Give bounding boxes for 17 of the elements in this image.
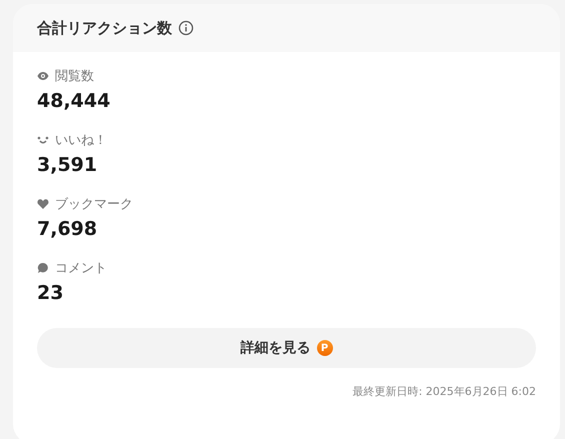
comment-icon bbox=[37, 262, 49, 274]
eye-icon bbox=[37, 70, 49, 82]
metric-label: ブックマーク bbox=[55, 196, 133, 213]
info-icon[interactable] bbox=[178, 20, 194, 36]
metric-label: コメント bbox=[55, 260, 107, 277]
smile-icon bbox=[37, 134, 49, 146]
last-updated-text: 最終更新日時: 2025年6月26日 6:02 bbox=[352, 384, 536, 399]
metric-label: いいね！ bbox=[55, 132, 107, 149]
metric-value: 23 bbox=[37, 281, 64, 306]
details-button[interactable]: 詳細を見る P bbox=[37, 328, 536, 368]
card-title: 合計リアクション数 bbox=[37, 18, 172, 38]
metric-value: 48,444 bbox=[37, 89, 112, 114]
heart-icon bbox=[37, 198, 49, 210]
metric-label: 閲覧数 bbox=[55, 68, 94, 85]
metric-value: 3,591 bbox=[37, 153, 98, 178]
metric-value: 7,698 bbox=[37, 217, 98, 242]
points-badge: P bbox=[316, 340, 332, 356]
